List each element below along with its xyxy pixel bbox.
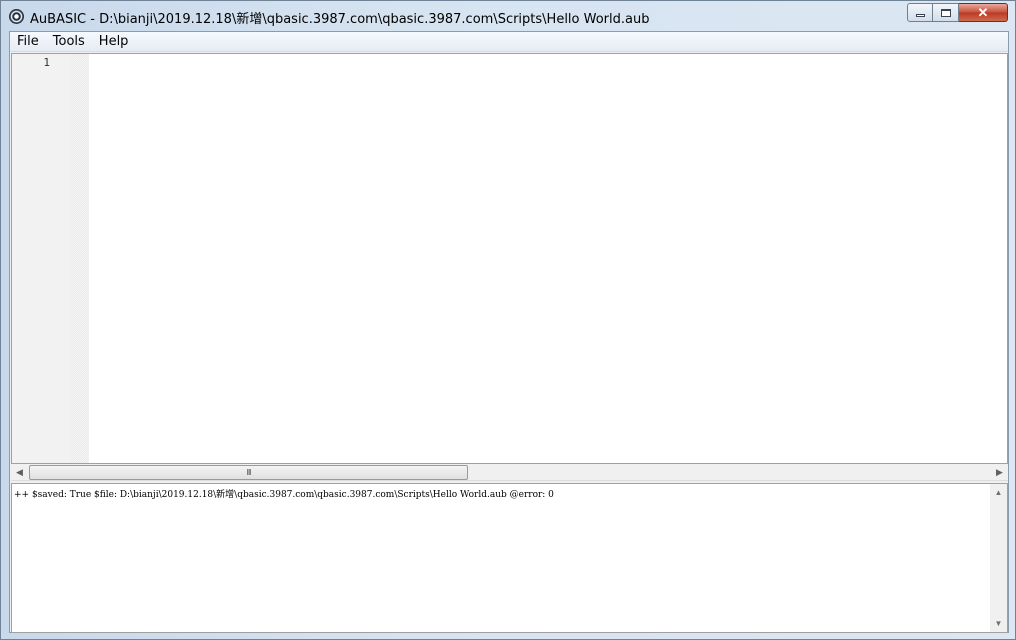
scroll-right-icon[interactable]: ▶ <box>991 464 1008 481</box>
app-icon[interactable] <box>9 9 24 24</box>
grip-icon: III <box>246 468 251 477</box>
scroll-down-icon[interactable]: ▼ <box>990 615 1007 632</box>
horizontal-scroll-thumb[interactable]: III <box>29 465 468 480</box>
title-bar[interactable]: AuBASIC - D:\bianji\2019.12.18\新增\qbasic… <box>1 1 1015 31</box>
maximize-icon <box>940 8 951 17</box>
scroll-up-icon[interactable]: ▲ <box>990 484 1007 501</box>
maximize-button[interactable] <box>933 3 959 22</box>
client-area: File Tools Help 1 ◀ III ▶ ++ $saved: Tru… <box>9 31 1009 633</box>
output-console[interactable]: ++ $saved: True $file: D:\bianji\2019.12… <box>11 483 1008 633</box>
app-window: AuBASIC - D:\bianji\2019.12.18\新增\qbasic… <box>0 0 1016 640</box>
menu-tools[interactable]: Tools <box>46 32 92 52</box>
close-button[interactable]: ✕ <box>959 3 1008 22</box>
menu-bar: File Tools Help <box>10 32 1008 52</box>
caption-buttons: ✕ <box>907 3 1008 22</box>
minimize-icon <box>915 14 925 17</box>
line-number: 1 <box>43 56 50 69</box>
code-editor[interactable]: 1 <box>11 53 1008 464</box>
output-vertical-scrollbar[interactable]: ▲ ▼ <box>990 484 1007 632</box>
window-title: AuBASIC - D:\bianji\2019.12.18\新增\qbasic… <box>30 12 650 27</box>
output-log-line: ++ $saved: True $file: D:\bianji\2019.12… <box>14 490 554 500</box>
menu-file[interactable]: File <box>10 32 46 52</box>
close-icon: ✕ <box>977 4 989 20</box>
line-number-gutter: 1 <box>12 54 70 463</box>
menu-help[interactable]: Help <box>92 32 136 52</box>
scroll-left-icon[interactable]: ◀ <box>11 464 28 481</box>
editor-horizontal-scrollbar[interactable]: ◀ III ▶ <box>11 464 1008 481</box>
minimize-button[interactable] <box>907 3 933 22</box>
fold-margin[interactable] <box>70 54 89 463</box>
